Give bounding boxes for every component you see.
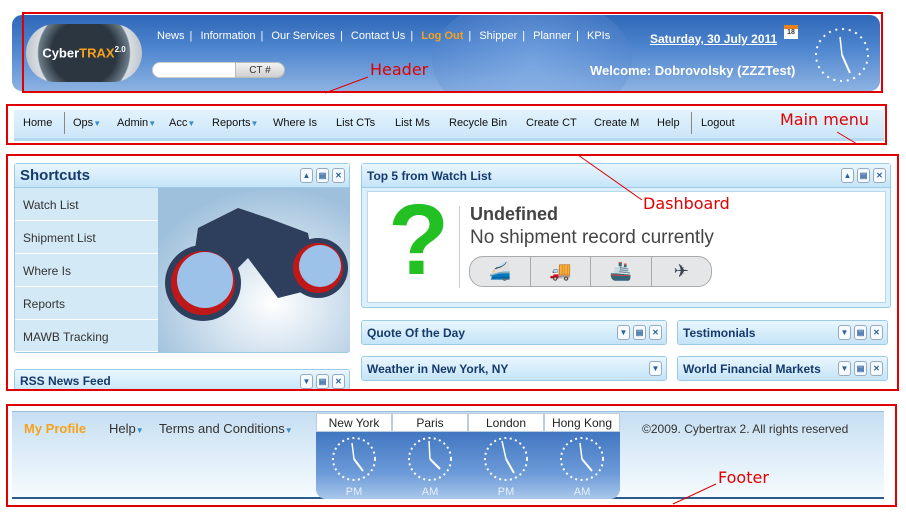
annotation-pointer — [577, 154, 643, 201]
footer-annotation: Footer — [718, 468, 769, 487]
annotation-pointer — [672, 483, 717, 505]
annotation-pointer — [324, 76, 369, 94]
dashboard-annotation: Dashboard — [643, 194, 730, 213]
main-menu-annotation: Main menu — [780, 110, 869, 129]
footer-annotation-box — [6, 404, 897, 507]
dashboard-annotation-box — [6, 154, 899, 391]
annotation-pointer — [836, 131, 858, 145]
header-annotation-box — [22, 12, 883, 93]
menu-annotation-box — [6, 104, 887, 145]
header-annotation: Header — [370, 60, 429, 79]
